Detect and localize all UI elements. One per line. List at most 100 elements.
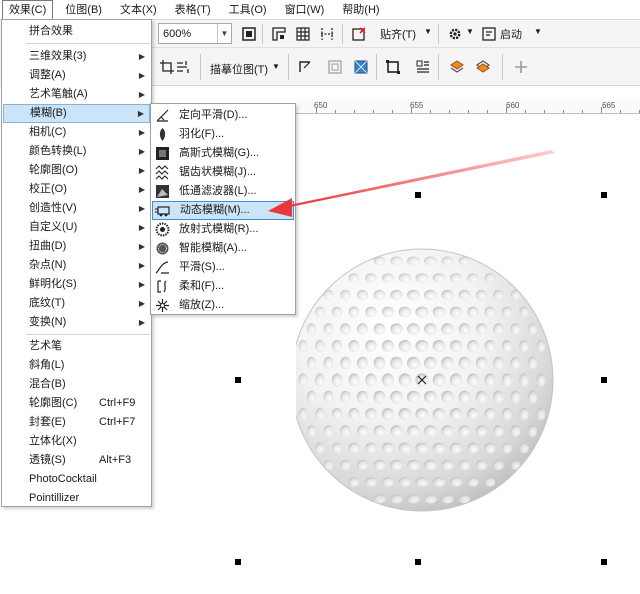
menu-window[interactable]: 窗口(W) xyxy=(279,0,331,20)
menu-item-lens[interactable]: 透镜(S) Alt+F3 xyxy=(3,451,150,470)
submenu-item-low-pass[interactable]: 低通滤波器(L)... xyxy=(152,182,294,201)
menu-item-adjust[interactable]: 调整(A) ▶ xyxy=(3,66,150,85)
submenu-item-zoom-blur[interactable]: 缩放(Z)... xyxy=(152,296,294,315)
golf-ball-dimple xyxy=(441,323,454,335)
menu-item-3d-effects[interactable]: 三维效果(3) ▶ xyxy=(3,47,150,66)
golf-ball-bitmap[interactable] xyxy=(296,115,640,594)
golf-ball-dimple xyxy=(536,407,546,421)
full-screen-icon[interactable] xyxy=(240,25,258,43)
golf-ball-dimple xyxy=(519,407,529,421)
menu-item-color-transform[interactable]: 颜色转换(L) ▶ xyxy=(3,142,150,161)
chevron-down-icon[interactable]: ▼ xyxy=(217,24,231,43)
menu-item-transform[interactable]: 变换(N) ▶ xyxy=(3,313,150,332)
golf-ball-dimple xyxy=(449,373,463,387)
selection-handle[interactable] xyxy=(235,377,241,383)
menu-effects[interactable]: 效果(C) xyxy=(2,0,54,20)
submenu-item-radial-blur[interactable]: 放射式模糊(R)... xyxy=(152,220,294,239)
menu-text[interactable]: 文本(X) xyxy=(114,0,163,20)
menu-bitmaps[interactable]: 位图(B) xyxy=(59,0,108,20)
snap-off-icon[interactable] xyxy=(350,25,368,43)
ruler-label: 655 xyxy=(410,101,424,110)
submenu-arrow-icon: ▶ xyxy=(138,242,145,251)
chevron-down-icon[interactable]: ▼ xyxy=(424,27,432,36)
golf-ball-dimple xyxy=(306,425,317,437)
send-to-back-icon[interactable] xyxy=(474,58,492,76)
menu-item-noise[interactable]: 杂点(N) ▶ xyxy=(3,256,150,275)
grid-icon[interactable] xyxy=(294,25,312,43)
menu-item-distort[interactable]: 扭曲(D) ▶ xyxy=(3,237,150,256)
menu-item-contour-ctrl-f9[interactable]: 轮廓图(C) Ctrl+F9 xyxy=(3,394,150,413)
menu-item-camera[interactable]: 相机(C) ▶ xyxy=(3,123,150,142)
menu-item-pointillizer[interactable]: Pointillizer xyxy=(3,489,150,508)
golf-ball-dimple xyxy=(475,289,488,301)
resample-icon[interactable] xyxy=(174,58,192,76)
drawing-canvas[interactable] xyxy=(235,115,640,594)
submenu-item-directional-smooth[interactable]: 定向平滑(D)... xyxy=(152,106,294,125)
menu-item-custom[interactable]: 自定义(U) ▶ xyxy=(3,218,150,237)
selection-handle[interactable] xyxy=(601,377,607,383)
golf-ball-dimple xyxy=(407,390,420,404)
zoom-level-combo[interactable]: 600% ▼ xyxy=(158,23,232,44)
golf-ball-dimple xyxy=(323,323,334,335)
menu-item-extrude[interactable]: 立体化(X) xyxy=(3,432,150,451)
menu-tools[interactable]: 工具(O) xyxy=(223,0,273,20)
chevron-down-icon[interactable]: ▼ xyxy=(466,27,474,36)
plus-icon[interactable] xyxy=(512,58,530,76)
selection-handle[interactable] xyxy=(235,559,241,565)
submenu-arrow-icon: ▶ xyxy=(138,299,145,308)
golf-ball-dimple xyxy=(449,407,463,421)
bring-to-front-icon[interactable] xyxy=(448,58,466,76)
selection-handle[interactable] xyxy=(415,559,421,565)
menu-item-artistic-media[interactable]: 艺术笔 xyxy=(3,337,150,356)
toolbar-separator xyxy=(200,54,201,80)
edit-bitmap-icon[interactable] xyxy=(296,58,314,76)
menu-item-blur[interactable]: 模糊(B) ▶ xyxy=(3,104,150,123)
menu-item-contour[interactable]: 轮廓图(O) ▶ xyxy=(3,161,150,180)
chevron-down-icon[interactable]: ▼ xyxy=(534,27,542,36)
menu-item-flatten-effects[interactable]: 拼合效果 xyxy=(3,22,150,41)
snap-to-dropdown[interactable]: 贴齐(T) xyxy=(380,26,416,42)
golf-ball-dimple xyxy=(340,289,351,301)
launch-button[interactable]: 启动 xyxy=(500,26,522,42)
ruler-tick xyxy=(582,110,583,113)
selection-handle[interactable] xyxy=(601,192,607,198)
frame-icon[interactable] xyxy=(384,58,402,76)
trace-bitmap-dropdown[interactable]: 描摹位图(T) xyxy=(210,61,268,77)
menu-item-blend[interactable]: 混合(B) xyxy=(3,375,150,394)
launch-icon[interactable] xyxy=(480,25,498,43)
golf-ball-dimple xyxy=(390,425,403,437)
submenu-item-smart-blur[interactable]: 智能模糊(A)... xyxy=(152,239,294,258)
selection-handle[interactable] xyxy=(601,559,607,565)
menu-item-sharpen[interactable]: 鲜明化(S) ▶ xyxy=(3,275,150,294)
text-wrap-icon[interactable] xyxy=(414,58,432,76)
menu-item-bevel[interactable]: 斜角(L) xyxy=(3,356,150,375)
guidelines-icon[interactable] xyxy=(318,25,336,43)
golf-ball-dimple xyxy=(449,273,463,283)
bitmap-mask-icon[interactable] xyxy=(326,58,344,76)
chevron-down-icon[interactable]: ▼ xyxy=(272,62,280,71)
golf-ball-dimple xyxy=(381,477,395,487)
ruler-tick xyxy=(544,110,545,113)
submenu-item-jaggy-despeckle[interactable]: 锯齿状模糊(J)... xyxy=(152,163,294,182)
menu-item-texture[interactable]: 底纹(T) ▶ xyxy=(3,294,150,313)
menu-item-envelope[interactable]: 封套(E) Ctrl+F7 xyxy=(3,413,150,432)
submenu-item-soften[interactable]: 柔和(F)... xyxy=(152,277,294,296)
ruler-tick xyxy=(430,110,431,113)
menu-item-creative[interactable]: 创造性(V) ▶ xyxy=(3,199,150,218)
submenu-item-feather[interactable]: 羽化(F)... xyxy=(152,125,294,144)
golf-ball-dimple xyxy=(331,373,343,387)
bitmap-color-mask-icon[interactable] xyxy=(352,58,370,76)
gear-icon[interactable] xyxy=(446,25,464,43)
menu-help[interactable]: 帮助(H) xyxy=(336,0,385,20)
menu-item-correction[interactable]: 校正(O) ▶ xyxy=(3,180,150,199)
submenu-item-motion-blur[interactable]: 动态模糊(M)... xyxy=(152,201,294,220)
selection-handle[interactable] xyxy=(415,192,421,198)
menu-table[interactable]: 表格(T) xyxy=(169,0,217,20)
low-pass-icon xyxy=(155,184,170,199)
submenu-item-smooth[interactable]: 平滑(S)... xyxy=(152,258,294,277)
horizontal-ruler[interactable]: 650 655 660 665 xyxy=(296,100,640,114)
submenu-item-gaussian-blur[interactable]: 高斯式模糊(G)... xyxy=(152,144,294,163)
rulers-icon[interactable] xyxy=(270,25,288,43)
menu-item-art-strokes[interactable]: 艺术笔触(A) ▶ xyxy=(3,85,150,104)
menu-item-photococktail[interactable]: PhotoCocktail xyxy=(3,470,150,489)
